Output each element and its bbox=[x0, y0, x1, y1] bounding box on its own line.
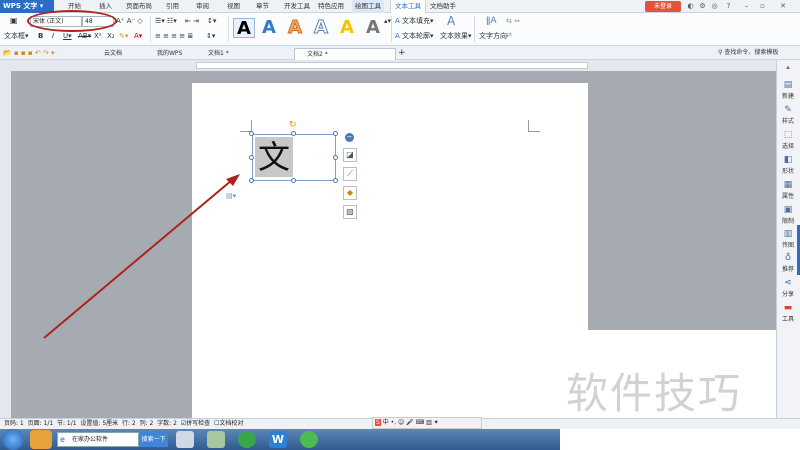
sidebar-item-shape[interactable]: ◧ 形状 bbox=[777, 155, 799, 179]
spell-check-toggle[interactable]: ☑拼写检查 bbox=[181, 420, 210, 427]
sidebar-item-label: 工具 bbox=[781, 316, 794, 323]
sidebar-item-share[interactable]: ⋖ 分享 bbox=[777, 278, 799, 302]
wechat-icon[interactable] bbox=[300, 431, 318, 448]
status-setting: 设置值: 5厘米 bbox=[80, 420, 119, 427]
proofread-label: 文档校对 bbox=[219, 420, 244, 427]
wps-taskbar-icon[interactable]: W bbox=[269, 431, 287, 448]
tools-icon: ▬ bbox=[783, 303, 793, 313]
taskbar-search-button[interactable]: 搜索一下 bbox=[139, 432, 168, 447]
status-page-num: 页码: 1 bbox=[4, 420, 24, 427]
ie-icon: e bbox=[60, 435, 65, 444]
app-launcher-icon[interactable] bbox=[30, 430, 52, 449]
refresh-app-icon[interactable] bbox=[238, 431, 256, 448]
taskbar-search-input[interactable]: 在家办公软件 bbox=[57, 432, 139, 447]
sidebar-item-label: 传图 bbox=[781, 242, 794, 249]
sidebar-item-label: 新建 bbox=[781, 93, 794, 100]
sidebar-item-label: 形状 bbox=[781, 168, 794, 175]
status-col: 列: 2 bbox=[139, 420, 154, 427]
status-pages[interactable]: 页面: 1/1 bbox=[28, 420, 54, 427]
proofread-toggle[interactable]: ☐文档校对 bbox=[214, 420, 243, 427]
sidebar-item-label: 属性 bbox=[781, 193, 794, 200]
style-icon: ✎ bbox=[784, 105, 792, 115]
sidebar-item-label: 分享 bbox=[781, 291, 794, 298]
sidebar-item-label: 样式 bbox=[781, 118, 794, 125]
sidebar-item-new[interactable]: ▤ 新建 bbox=[777, 80, 799, 104]
sogou-icon: S bbox=[375, 419, 381, 426]
file-manager-icon[interactable] bbox=[207, 431, 225, 448]
status-chars[interactable]: 字数: 2 bbox=[157, 420, 177, 427]
property-icon: ▦ bbox=[783, 180, 793, 190]
start-button[interactable] bbox=[2, 429, 24, 450]
shape-icon: ◧ bbox=[783, 155, 793, 165]
sidebar-item-select[interactable]: ⬚ 选择 bbox=[777, 130, 799, 154]
sidebar-item-label: 推荐 bbox=[781, 266, 794, 273]
recommend-icon: ♁ bbox=[784, 253, 792, 263]
sidebar-item-style[interactable]: ✎ 样式 bbox=[777, 105, 799, 129]
status-section: 节: 1/1 bbox=[57, 420, 77, 427]
watermark: 软件技巧 bbox=[566, 369, 743, 418]
sidebar-item-recommend[interactable]: ♁ 推荐 bbox=[777, 253, 799, 277]
select-icon: ⬚ bbox=[783, 130, 793, 140]
status-info: 页码: 1 页面: 1/1 节: 1/1 设置值: 5厘米 行: 2 列: 2 … bbox=[4, 419, 243, 429]
ime-toolbar[interactable]: S 中 •, ☺ 🎤 ⌨ ▥ ✦ bbox=[372, 417, 482, 429]
upload-image-icon: ▥ bbox=[783, 229, 793, 239]
restrict-icon: ▣ bbox=[783, 205, 793, 215]
status-row: 行: 2 bbox=[122, 420, 136, 427]
sidebar-item-restrict[interactable]: ▣ 限制 bbox=[777, 205, 799, 229]
share-icon: ⋖ bbox=[784, 278, 792, 288]
sidebar-item-upload-image[interactable]: ▥ 传图 bbox=[777, 229, 799, 253]
sidebar-item-label: 选择 bbox=[781, 143, 794, 150]
sidebar-item-label: 限制 bbox=[781, 218, 794, 225]
spell-check-label: 拼写检查 bbox=[186, 420, 211, 427]
sidebar-item-tools[interactable]: ▬ 工具 bbox=[777, 303, 799, 327]
sidebar-item-property[interactable]: ▦ 属性 bbox=[777, 180, 799, 204]
new-icon: ▤ bbox=[783, 80, 793, 90]
browser-icon[interactable] bbox=[176, 431, 194, 448]
sidebar-scroll-up-icon[interactable]: ▴ bbox=[777, 63, 799, 72]
